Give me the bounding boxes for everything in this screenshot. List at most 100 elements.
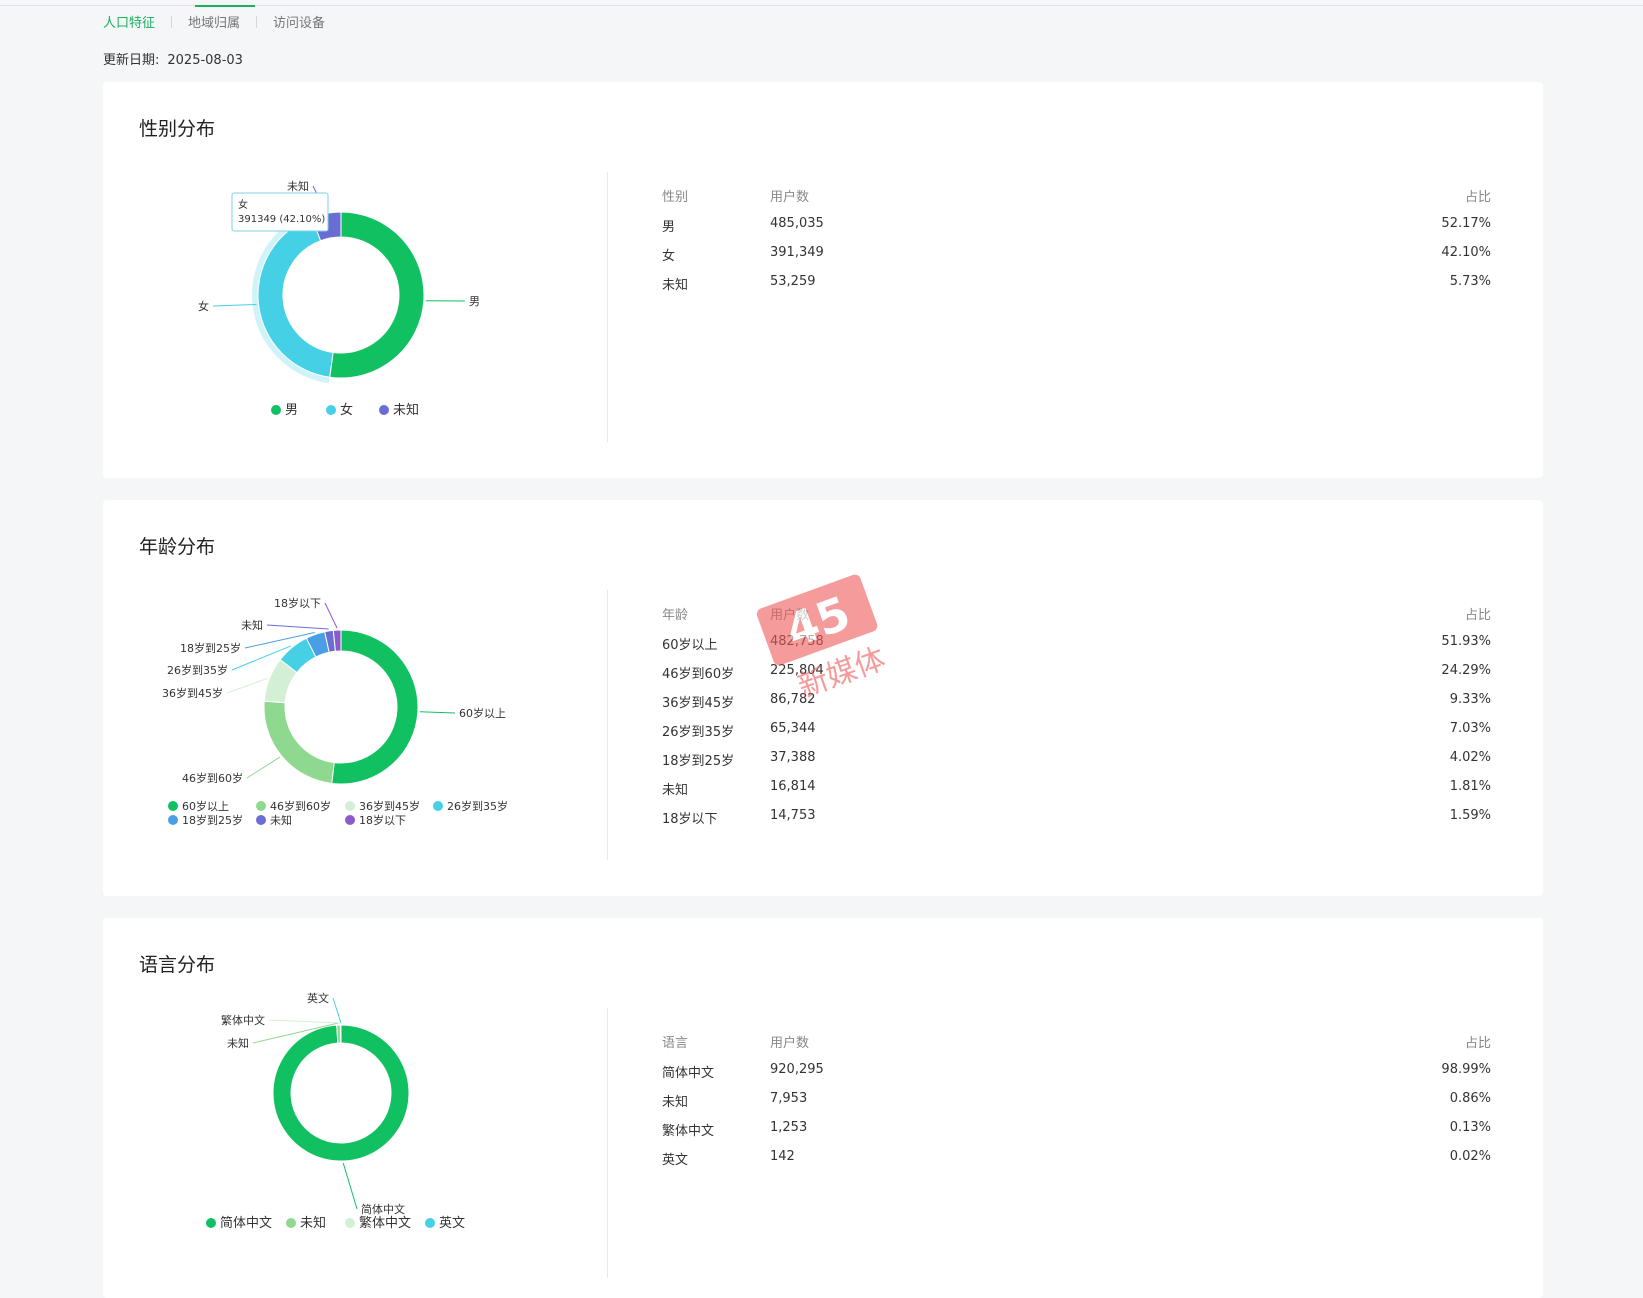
row-label: 英文 [662, 1149, 688, 1168]
language-table: 语言 用户数 占比简体中文 920,295 98.99% 未知 7,953 0.86% 繁体中文… [662, 1032, 1491, 1178]
row-users: 920,295 [770, 1062, 824, 1077]
donut-slice [330, 212, 424, 378]
row-label: 18岁以下 [662, 808, 718, 827]
legend-label: 60岁以上 [182, 799, 229, 813]
slice-label: 46岁到60岁 [182, 771, 243, 785]
header-category: 语言 [662, 1032, 688, 1051]
update-value: 2025-08-03 [167, 53, 243, 68]
legend-label: 36岁到45岁 [359, 799, 420, 813]
row-users: 391,349 [770, 245, 824, 260]
row-label: 18岁到25岁 [662, 750, 734, 769]
row-label: 未知 [662, 274, 688, 293]
watermark-logo: 45 新媒体 [755, 565, 915, 715]
slice-label: 26岁到35岁 [167, 663, 228, 677]
table-row: 英文1420.02% [662, 1149, 1491, 1178]
table-row: 男485,03552.17% [662, 216, 1491, 245]
table-row: 简体中文 920,295 98.99% [662, 1062, 1491, 1091]
legend-label: 男 [285, 403, 298, 418]
leader-line [267, 625, 329, 629]
slice-label: 未知 [241, 618, 263, 632]
row-percent: 1.81% [1450, 779, 1491, 794]
age-donut-chart: 60岁以上 46岁到60岁 36岁到45岁 26岁到35岁 18岁到25岁 未知 18岁以下… [103, 500, 603, 896]
tab-active-indicator [195, 5, 255, 7]
row-users: 65,344 [770, 721, 816, 736]
tooltip-value: 391349 (42.10%) [238, 214, 325, 225]
legend-dot [168, 815, 178, 825]
row-percent: 5.73% [1450, 274, 1491, 289]
language-card: 语言分布 简体中文未知繁体中文英文简体中文未知繁体中文英文 语言用户数占比简体中… [103, 918, 1543, 1298]
row-percent: 51.93% [1441, 634, 1491, 649]
row-users: 7,953 [770, 1091, 807, 1106]
row-percent: 7.03% [1450, 721, 1491, 736]
row-percent: 98.99% [1441, 1062, 1491, 1077]
table-row: 未知 7,953 0.86% [662, 1091, 1491, 1120]
row-label: 简体中文 [662, 1062, 714, 1081]
legend-dot [206, 1218, 216, 1228]
leader-line [325, 603, 337, 628]
header-percent: 占比 [1465, 186, 1491, 205]
legend-label: 26岁到35岁 [447, 799, 508, 813]
card-divider [607, 590, 608, 860]
slice-label: 女 [198, 299, 209, 313]
row-users: 37,388 [770, 750, 816, 765]
tab-separator [171, 16, 172, 28]
row-users: 53,259 [770, 274, 816, 289]
row-label: 女 [662, 245, 675, 264]
slice-label: 60岁以上 [459, 706, 506, 720]
leader-line [420, 712, 455, 713]
row-users: 14,753 [770, 808, 816, 823]
tab-demographics[interactable]: 人口特征 [103, 12, 155, 31]
tab-device[interactable]: 访问设备 [273, 12, 325, 31]
legend-label: 18岁以下 [359, 813, 406, 827]
row-label: 未知 [662, 779, 688, 798]
update-date: 更新日期:2025-08-03 [103, 49, 251, 68]
legend-dot [256, 815, 266, 825]
table-row: 繁体中文1,2530.13% [662, 1120, 1491, 1149]
table-row: 女 391,349 42.10% [662, 245, 1491, 274]
legend-label: 18岁到25岁 [182, 813, 243, 827]
row-percent: 42.10% [1441, 245, 1491, 260]
legend-dot [425, 1218, 435, 1228]
row-label: 繁体中文 [662, 1120, 714, 1139]
slice-label: 36岁到45岁 [162, 686, 223, 700]
row-percent: 0.86% [1450, 1091, 1491, 1106]
table-row: 26岁到35岁 65,344 7.03% [662, 721, 1491, 750]
header-percent: 占比 [1465, 1032, 1491, 1051]
legend-label: 未知 [300, 1215, 326, 1231]
table-header: 性别用户数占比 [662, 186, 1491, 206]
gender-card: 性别分布 男女未知男女未知女391349 (42.10%) 性别用户数占比男48… [103, 82, 1543, 478]
legend-dot [326, 405, 336, 415]
table-row: 未知 16,814 1.81% [662, 779, 1491, 808]
donut-slice [264, 701, 334, 783]
row-label: 26岁到35岁 [662, 721, 734, 740]
language-donut-chart: 简体中文未知繁体中文英文简体中文未知繁体中文英文 [103, 918, 603, 1298]
slice-label: 男 [469, 295, 480, 308]
legend-dot [345, 801, 355, 811]
legend-label: 繁体中文 [359, 1215, 411, 1231]
row-users: 485,035 [770, 216, 824, 231]
legend-label: 46岁到60岁 [270, 799, 331, 813]
header-category: 性别 [662, 186, 688, 205]
row-label: 36岁到45岁 [662, 692, 734, 711]
leader-line [343, 1163, 357, 1209]
tab-region[interactable]: 地域归属 [188, 12, 240, 31]
legend-label: 简体中文 [220, 1215, 272, 1231]
row-percent: 1.59% [1450, 808, 1491, 823]
legend-dot [345, 815, 355, 825]
legend-dot [256, 801, 266, 811]
header-users: 用户数 [770, 1032, 809, 1051]
table-row: 未知 53,259 5.73% [662, 274, 1491, 303]
donut-slice [273, 1025, 409, 1161]
gender-table: 性别用户数占比男485,03552.17%女 391,349 42.10% 未知 53,… [662, 186, 1491, 303]
slice-label: 18岁以下 [274, 596, 321, 610]
table-row: 18岁到25岁37,3884.02% [662, 750, 1491, 779]
row-users: 16,814 [770, 779, 816, 794]
row-percent: 0.13% [1450, 1120, 1491, 1135]
row-label: 未知 [662, 1091, 688, 1110]
donut-slice [258, 217, 333, 377]
gender-donut-chart: 男女未知男女未知女391349 (42.10%) [103, 82, 603, 478]
table-header: 语言 用户数 占比 [662, 1032, 1491, 1052]
slice-label: 英文 [307, 991, 329, 1005]
tab-bar: 人口特征 地域归属 访问设备 [103, 12, 325, 31]
header-percent: 占比 [1465, 604, 1491, 623]
